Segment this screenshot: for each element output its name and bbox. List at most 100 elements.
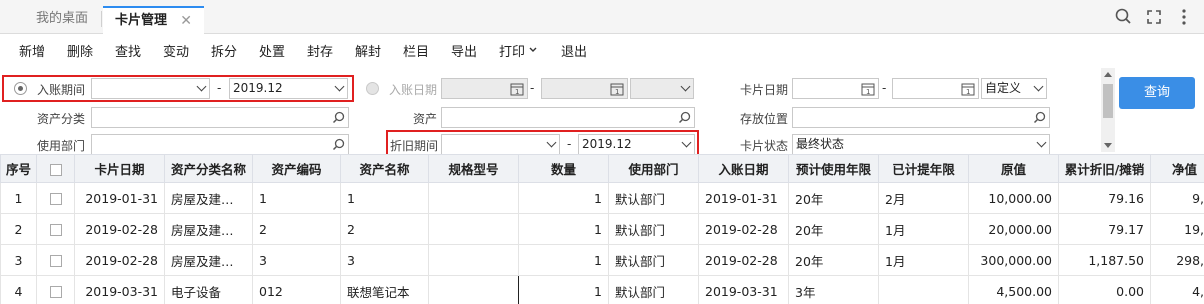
split-button[interactable]: 拆分 bbox=[211, 41, 237, 60]
col-header-dept[interactable]: 使用部门 bbox=[608, 154, 699, 183]
cell-accum: 1,187.50 bbox=[1058, 244, 1151, 276]
col-header-spec[interactable]: 规格型号 bbox=[428, 154, 519, 183]
select-value: 自定义 bbox=[985, 81, 1022, 95]
chevron-down-icon bbox=[529, 47, 537, 52]
query-button[interactable]: 查询 bbox=[1119, 77, 1195, 109]
delete-button[interactable]: 删除 bbox=[67, 41, 93, 60]
table-row[interactable]: 2 2019-02-28 房屋及建… 2 2 1 默认部门 2019-02-28… bbox=[0, 213, 1204, 245]
find-button[interactable]: 查找 bbox=[115, 41, 141, 60]
col-header-accum[interactable]: 累计折旧/摊销 bbox=[1058, 154, 1151, 183]
chevron-down-icon bbox=[681, 137, 692, 148]
card-date-mode-select[interactable]: 自定义 bbox=[981, 78, 1047, 99]
unseal-button[interactable]: 解封 bbox=[355, 41, 381, 60]
add-button[interactable]: 新增 bbox=[19, 41, 45, 60]
cell-used: 1月 bbox=[878, 244, 969, 276]
card-status-select[interactable]: 最终状态 bbox=[792, 134, 1050, 155]
cell-post-date: 2019-02-28 bbox=[698, 213, 789, 245]
print-button[interactable]: 打印 bbox=[499, 41, 538, 60]
table-row[interactable]: 4 2019-03-31 电子设备 012 联想笔记本 1 默认部门 2019-… bbox=[0, 275, 1204, 304]
cell-code: 2 bbox=[252, 213, 341, 245]
select-value: 2019.12 bbox=[233, 81, 283, 95]
search-icon[interactable] bbox=[1114, 7, 1134, 27]
exit-button[interactable]: 退出 bbox=[561, 41, 587, 60]
col-header-qty[interactable]: 数量 bbox=[518, 154, 609, 183]
range-dash: - bbox=[567, 137, 572, 151]
depreciation-period-from-select[interactable] bbox=[441, 134, 560, 155]
cell-name: 3 bbox=[340, 244, 429, 276]
table-row[interactable]: 1 2019-01-31 房屋及建… 1 1 1 默认部门 2019-01-31… bbox=[0, 182, 1204, 214]
range-dash: - bbox=[217, 81, 222, 95]
chevron-down-icon bbox=[546, 137, 557, 148]
card-date-from[interactable]: 1 bbox=[792, 78, 879, 99]
cell-used bbox=[878, 275, 969, 304]
range-dash: - bbox=[530, 81, 535, 95]
tab-label: 我的桌面 bbox=[35, 11, 88, 26]
col-header-used[interactable]: 已计提年限 bbox=[878, 154, 969, 183]
card-date-to[interactable]: 1 bbox=[892, 78, 979, 99]
fullscreen-icon[interactable] bbox=[1144, 7, 1164, 27]
col-header-net[interactable]: 净值 bbox=[1150, 154, 1204, 183]
row-checkbox[interactable] bbox=[49, 286, 62, 298]
calendar-icon[interactable]: 1 bbox=[861, 82, 875, 96]
posting-period-to-select[interactable]: 2019.12 bbox=[229, 78, 348, 99]
storage-location-label: 存放位置 bbox=[740, 112, 789, 126]
asset-category-input[interactable] bbox=[91, 107, 349, 128]
more-icon[interactable] bbox=[1174, 7, 1194, 27]
posting-date-radio[interactable] bbox=[366, 82, 379, 95]
scroll-down-icon[interactable] bbox=[1104, 143, 1112, 148]
col-header-category[interactable]: 资产分类名称 bbox=[164, 154, 253, 183]
export-button[interactable]: 导出 bbox=[451, 41, 477, 60]
filter-scrollbar[interactable] bbox=[1101, 68, 1115, 152]
cell-spec-editing[interactable] bbox=[428, 275, 519, 304]
depreciation-period-to-select[interactable]: 2019.12 bbox=[578, 134, 695, 155]
lookup-icon[interactable] bbox=[1033, 111, 1046, 124]
department-input[interactable] bbox=[91, 134, 349, 155]
select-value: 最终状态 bbox=[796, 137, 845, 151]
cell-post-date: 2019-03-31 bbox=[698, 275, 789, 304]
calendar-icon: 1 bbox=[510, 83, 524, 96]
tab-my-desktop[interactable]: 我的桌面 bbox=[24, 6, 100, 34]
scroll-up-icon[interactable] bbox=[1104, 72, 1112, 77]
posting-period-from-select[interactable] bbox=[91, 78, 210, 99]
change-button[interactable]: 变动 bbox=[163, 41, 189, 60]
col-header-post-date[interactable]: 入账日期 bbox=[698, 154, 789, 183]
lookup-icon[interactable] bbox=[678, 111, 691, 124]
row-checkbox[interactable] bbox=[49, 193, 62, 205]
calendar-icon[interactable]: 1 bbox=[961, 82, 975, 96]
cell-spec bbox=[428, 182, 519, 214]
asset-category-label: 资产分类 bbox=[37, 112, 86, 126]
cell-select[interactable] bbox=[36, 244, 75, 276]
tab-card-management[interactable]: 卡片管理 ✕ bbox=[103, 6, 204, 34]
svg-text:1: 1 bbox=[515, 88, 519, 96]
cell-select[interactable] bbox=[36, 213, 75, 245]
chevron-down-icon bbox=[680, 81, 691, 92]
card-status-label: 卡片状态 bbox=[740, 139, 789, 153]
storage-location-input[interactable] bbox=[792, 107, 1050, 128]
seal-button[interactable]: 封存 bbox=[307, 41, 333, 60]
posting-date-from: 1 bbox=[441, 78, 528, 99]
cell-accum: 0.00 bbox=[1058, 275, 1151, 304]
scroll-thumb[interactable] bbox=[1103, 84, 1113, 118]
lookup-icon[interactable] bbox=[332, 111, 345, 124]
col-header-orig[interactable]: 原值 bbox=[968, 154, 1059, 183]
col-header-life[interactable]: 预计使用年限 bbox=[788, 154, 879, 183]
close-icon[interactable]: ✕ bbox=[180, 8, 192, 34]
table-row[interactable]: 3 2019-02-28 房屋及建… 3 3 1 默认部门 2019-02-28… bbox=[0, 244, 1204, 276]
lookup-icon[interactable] bbox=[332, 138, 345, 151]
posting-period-radio[interactable] bbox=[14, 82, 27, 95]
select-all-checkbox[interactable] bbox=[49, 163, 62, 176]
col-header-select[interactable] bbox=[36, 154, 75, 183]
cell-select[interactable] bbox=[36, 182, 75, 214]
asset-input[interactable] bbox=[441, 107, 695, 128]
col-header-index[interactable]: 序号 bbox=[0, 154, 37, 183]
cell-category: 房屋及建… bbox=[164, 182, 253, 214]
range-dash: - bbox=[882, 81, 887, 95]
dispose-button[interactable]: 处置 bbox=[259, 41, 285, 60]
columns-button[interactable]: 栏目 bbox=[403, 41, 429, 60]
col-header-code[interactable]: 资产编码 bbox=[252, 154, 341, 183]
row-checkbox[interactable] bbox=[49, 224, 62, 236]
col-header-name[interactable]: 资产名称 bbox=[340, 154, 429, 183]
row-checkbox[interactable] bbox=[49, 255, 62, 267]
cell-select[interactable] bbox=[36, 275, 75, 304]
col-header-card-date[interactable]: 卡片日期 bbox=[74, 154, 165, 183]
